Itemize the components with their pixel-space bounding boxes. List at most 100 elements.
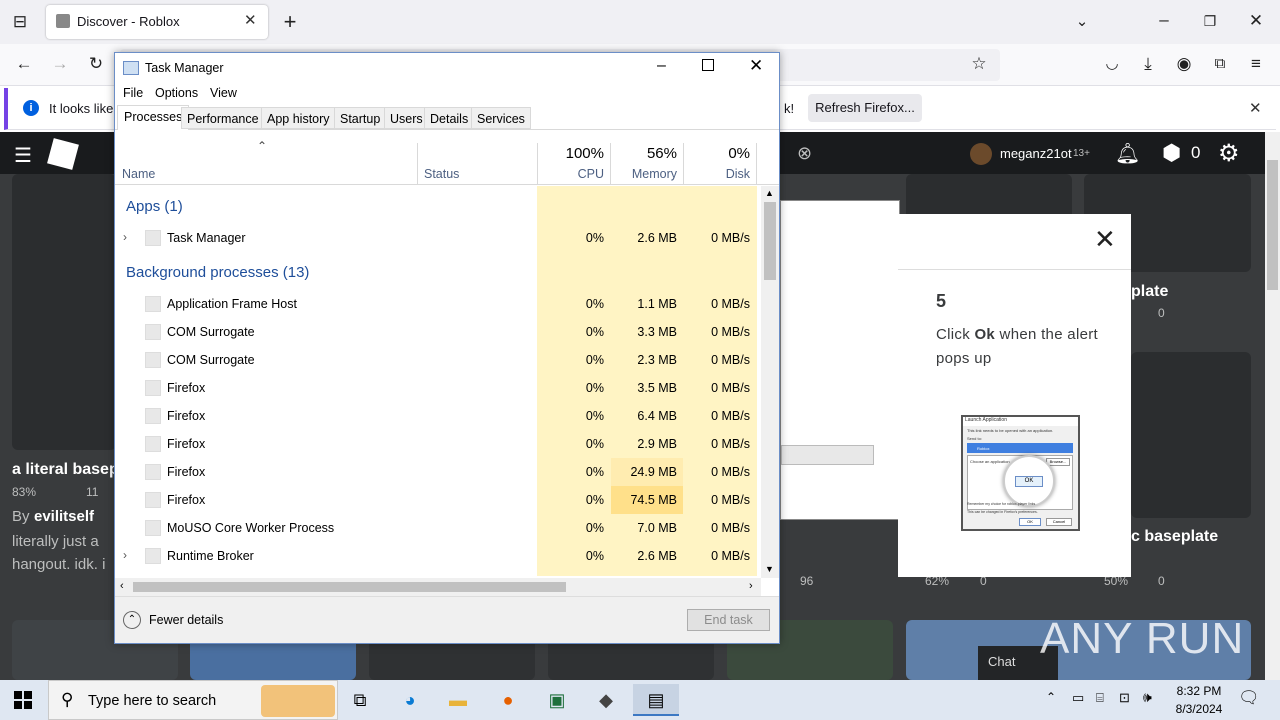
tab-processes[interactable]: Processes <box>117 105 190 130</box>
menu-view[interactable]: View <box>210 86 237 100</box>
minimize-icon[interactable]: – <box>1152 8 1176 32</box>
process-row[interactable]: MoUSO Core Worker Process 0% 7.0 MB 0 MB/s <box>115 514 755 542</box>
restore-icon[interactable]: ❐ <box>1198 9 1222 33</box>
task-view-icon[interactable]: ⧉ <box>340 684 380 716</box>
close-dialog-icon[interactable]: ✕ <box>1094 224 1116 255</box>
scroll-up-icon[interactable]: ▲ <box>765 188 774 198</box>
taskbar-search-box[interactable]: ⚲ Type here to search <box>48 680 338 720</box>
col-status[interactable]: Status <box>424 167 459 181</box>
close-window-icon[interactable]: ✕ <box>1244 9 1268 33</box>
expand-chevron-icon[interactable]: › <box>123 230 127 244</box>
game-title[interactable]: plate <box>1131 283 1168 301</box>
task-manager-taskbar-icon[interactable]: ▤ <box>633 684 679 716</box>
page-scrollbar[interactable] <box>1265 132 1280 680</box>
process-row[interactable]: Application Frame Host 0% 1.1 MB 0 MB/s <box>115 290 755 318</box>
col-cpu[interactable]: CPU <box>538 167 604 181</box>
volume-icon[interactable]: 🕪︎ <box>1143 689 1152 706</box>
firefox-icon[interactable]: ● <box>488 684 528 716</box>
tab-list-icon[interactable]: ⊟ <box>8 10 32 34</box>
refresh-firefox-button[interactable]: Refresh Firefox... <box>808 94 922 122</box>
process-row[interactable]: › Runtime Broker 0% 2.6 MB 0 MB/s <box>115 542 755 570</box>
group-background[interactable]: Background processes (13) <box>126 264 309 281</box>
process-row[interactable]: › Task Manager 0% 2.6 MB 0 MB/s <box>115 224 755 252</box>
close-notification-icon[interactable]: ✕ <box>1249 99 1262 117</box>
notifications-bell-icon[interactable]: 🔔︎ <box>1115 141 1140 166</box>
col-disk[interactable]: Disk <box>684 167 750 181</box>
col-memory[interactable]: Memory <box>611 167 677 181</box>
file-explorer-icon[interactable]: ▬ <box>438 684 478 716</box>
tab-users[interactable]: Users <box>384 107 429 129</box>
notification-center-icon[interactable]: 🗨︎ <box>1238 688 1260 708</box>
hamburger-icon[interactable]: ☰ <box>14 143 32 168</box>
username[interactable]: meganz21ot <box>1000 146 1072 161</box>
list-hscroll-thumb[interactable] <box>133 582 566 592</box>
thumb-cancel: Cancel <box>1046 518 1072 526</box>
tm-maximize-icon[interactable] <box>702 59 714 71</box>
pocket-icon[interactable]: ◡ <box>1100 52 1124 76</box>
scroll-left-icon[interactable]: ‹ <box>120 580 124 592</box>
reload-icon[interactable]: ↻ <box>84 52 108 76</box>
close-tab-icon[interactable]: ✕ <box>244 11 257 29</box>
tab-performance[interactable]: Performance <box>181 107 265 129</box>
list-vscroll-thumb[interactable] <box>764 202 776 280</box>
expand-chevron-icon[interactable]: › <box>123 548 127 562</box>
tray-app-icon[interactable]: ▭ <box>1072 690 1084 706</box>
player-count: 0 <box>1158 574 1165 588</box>
extensions-icon[interactable]: ⧉ <box>1208 52 1232 76</box>
browser-tab[interactable]: Discover - Roblox ✕ <box>46 5 268 39</box>
back-icon[interactable]: ← <box>12 52 36 76</box>
robux-icon[interactable]: ⬢ <box>1162 140 1181 166</box>
menu-options[interactable]: Options <box>155 86 198 100</box>
app-icon[interactable]: ▣ <box>537 684 577 716</box>
group-apps[interactable]: Apps (1) <box>126 198 183 215</box>
tab-app-history[interactable]: App history <box>261 107 336 129</box>
chevron-up-icon[interactable]: ⌃ <box>123 611 141 629</box>
game-author[interactable]: evilitself <box>34 508 94 525</box>
clear-search-icon[interactable]: ⊗ <box>797 143 812 164</box>
process-row[interactable]: Firefox 0% 2.9 MB 0 MB/s <box>115 430 755 458</box>
search-icon: ⚲ <box>61 690 74 709</box>
col-name[interactable]: Name <box>122 167 155 181</box>
process-row[interactable]: COM Surrogate 0% 3.3 MB 0 MB/s <box>115 318 755 346</box>
bookmark-star-icon[interactable]: ☆ <box>967 52 991 76</box>
tab-startup[interactable]: Startup <box>334 107 387 129</box>
new-tab-icon[interactable]: + <box>278 10 302 34</box>
menu-icon[interactable]: ≡ <box>1244 52 1268 76</box>
game-card-thumbnail[interactable] <box>1131 352 1251 518</box>
edge-icon[interactable]: ◕ <box>390 684 430 716</box>
process-row[interactable]: COM Surrogate 0% 2.3 MB 0 MB/s <box>115 346 755 374</box>
roblox-icon[interactable]: ◆ <box>586 684 626 716</box>
account-icon[interactable]: ◉ <box>1172 52 1196 76</box>
process-name: COM Surrogate <box>167 353 255 367</box>
scroll-right-icon[interactable]: › <box>749 580 753 592</box>
clock-time[interactable]: 8:32 PM <box>1170 684 1228 698</box>
tab-details[interactable]: Details <box>424 107 475 129</box>
forward-icon[interactable]: → <box>48 52 72 76</box>
process-row[interactable]: Firefox 0% 74.5 MB 0 MB/s <box>115 486 755 514</box>
list-vscrollbar[interactable]: ▲ ▼ <box>761 186 779 578</box>
list-hscrollbar[interactable]: ‹ › <box>115 578 761 596</box>
game-title[interactable]: a literal basep <box>12 461 119 479</box>
network-icon[interactable]: ⊡ <box>1119 690 1130 706</box>
tm-close-icon[interactable]: ✕ <box>749 56 763 76</box>
tray-device-icon[interactable]: ⌸ <box>1096 690 1104 706</box>
clock-date[interactable]: 8/3/2024 <box>1170 702 1228 716</box>
windows-start-icon[interactable] <box>14 691 32 709</box>
process-row[interactable]: Firefox 0% 3.5 MB 0 MB/s <box>115 374 755 402</box>
game-card-thumbnail[interactable] <box>12 174 116 450</box>
game-title[interactable]: c baseplate <box>1131 528 1218 546</box>
tab-services[interactable]: Services <box>471 107 531 129</box>
tray-chevron-icon[interactable]: ⌃ <box>1046 690 1056 704</box>
menu-file[interactable]: File <box>123 86 143 100</box>
chevron-down-icon[interactable]: ⌄ <box>1070 10 1094 34</box>
process-row[interactable]: Firefox 0% 24.9 MB 0 MB/s <box>115 458 755 486</box>
end-task-button[interactable]: End task <box>687 609 770 631</box>
process-row[interactable]: Firefox 0% 6.4 MB 0 MB/s <box>115 402 755 430</box>
tm-minimize-icon[interactable]: – <box>657 57 666 75</box>
fewer-details-link[interactable]: Fewer details <box>149 613 223 627</box>
scroll-down-icon[interactable]: ▼ <box>765 564 774 574</box>
settings-gear-icon[interactable]: ⚙ <box>1218 139 1240 168</box>
avatar[interactable] <box>970 143 992 165</box>
downloads-icon[interactable]: ⤓ <box>1136 52 1160 76</box>
page-scrollbar-thumb[interactable] <box>1267 160 1278 290</box>
